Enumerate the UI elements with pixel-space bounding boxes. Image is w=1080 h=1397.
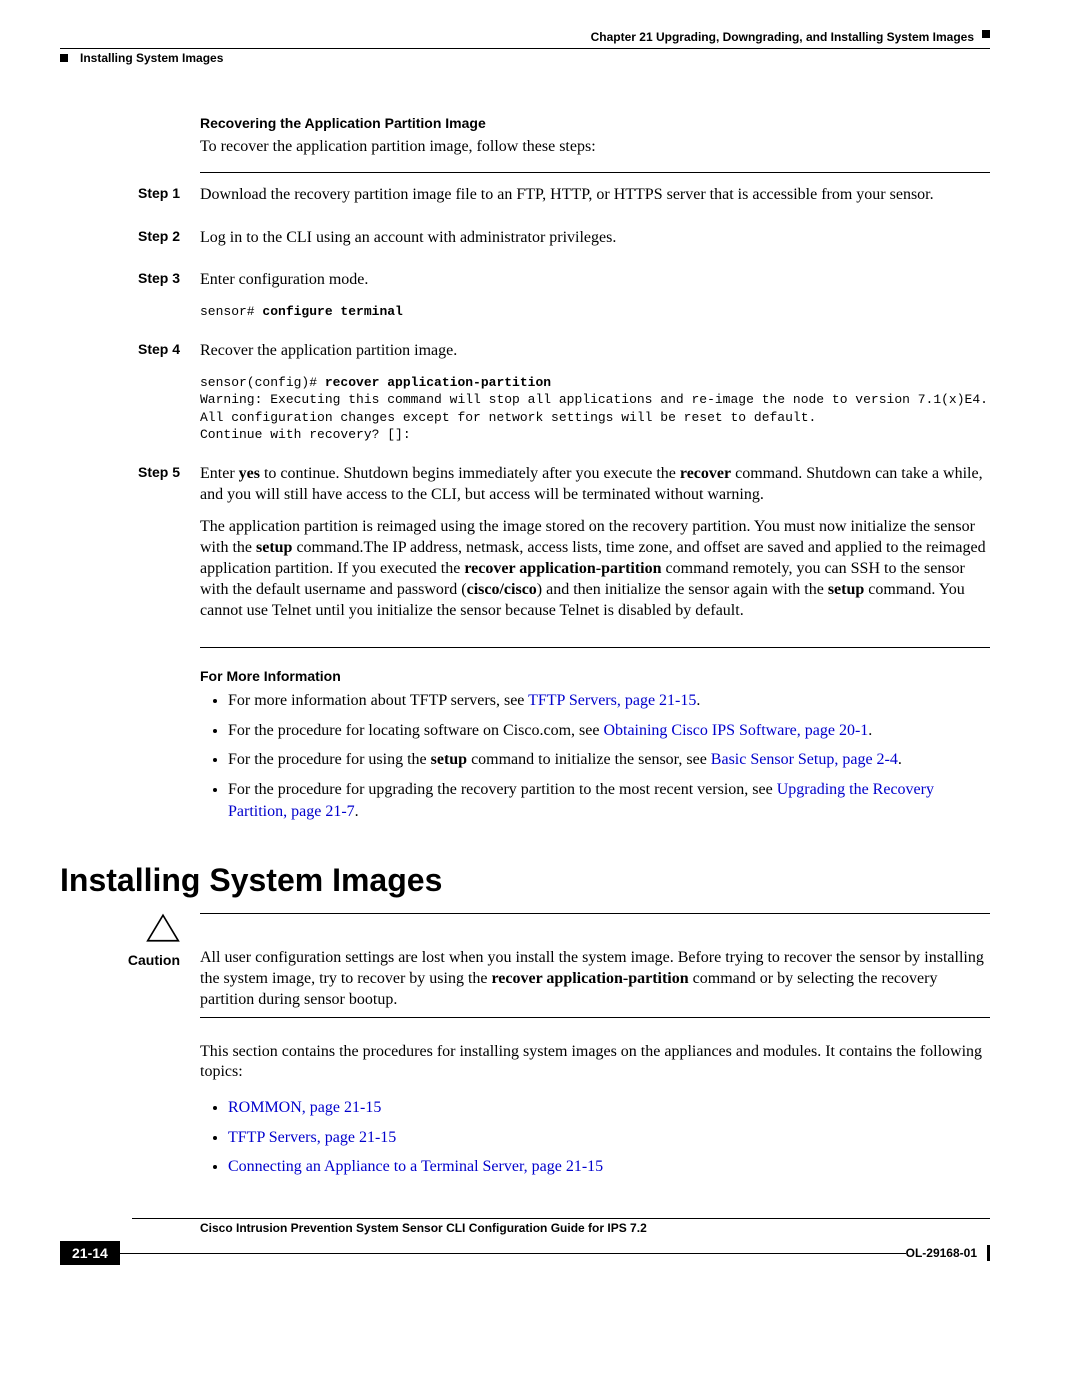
caution-rule-bottom <box>200 1017 990 1018</box>
list-item: For more information about TFTP servers,… <box>228 690 990 712</box>
list-item: Connecting an Appliance to a Terminal Se… <box>228 1156 990 1178</box>
list-item: ROMMON, page 21-15 <box>228 1097 990 1119</box>
cross-ref-link[interactable]: TFTP Servers, page 21-15 <box>528 692 696 709</box>
step-label: Step 2 <box>60 228 200 261</box>
section-intro: This section contains the procedures for… <box>200 1042 990 1084</box>
step-rule-top <box>200 172 990 173</box>
step-text: Download the recovery partition image fi… <box>200 185 990 206</box>
chapter-label: Chapter 21 Upgrading, Downgrading, and I… <box>591 30 974 44</box>
list-item: For the procedure for locating software … <box>228 720 990 742</box>
caution-label: Caution <box>60 952 180 968</box>
footer-rule <box>132 1218 990 1219</box>
step-label: Step 5 <box>60 464 200 634</box>
list-item: For the procedure for upgrading the reco… <box>228 779 990 822</box>
caution-rule-top <box>200 913 990 914</box>
caution-icon <box>146 913 180 948</box>
list-item: For the procedure for using the setup co… <box>228 749 990 771</box>
step-label: Step 4 <box>60 341 200 454</box>
topic-list: ROMMON, page 21-15 TFTP Servers, page 21… <box>200 1097 990 1178</box>
footer-guide-title: Cisco Intrusion Prevention System Sensor… <box>200 1221 990 1235</box>
code-block: sensor(config)# recover application-part… <box>200 374 990 444</box>
more-info-list: For more information about TFTP servers,… <box>200 690 990 822</box>
header-square-marker <box>60 54 68 62</box>
running-header: Chapter 21 Upgrading, Downgrading, and I… <box>60 30 990 44</box>
running-subheader: Installing System Images <box>60 51 990 65</box>
subsection-heading: Recovering the Application Partition Ima… <box>200 115 990 131</box>
intro-text: To recover the application partition ima… <box>200 137 990 158</box>
doc-id: OL-29168-01 <box>906 1246 977 1260</box>
cross-ref-link[interactable]: Obtaining Cisco IPS Software, page 20-1 <box>603 722 868 739</box>
h1-heading: Installing System Images <box>60 862 990 899</box>
cross-ref-link[interactable]: Connecting an Appliance to a Terminal Se… <box>228 1158 603 1175</box>
section-label: Installing System Images <box>80 51 223 65</box>
footer-bar-marker <box>987 1245 990 1261</box>
list-item: TFTP Servers, page 21-15 <box>228 1127 990 1149</box>
page-number: 21-14 <box>60 1241 120 1265</box>
step-rule-bottom <box>200 647 990 648</box>
header-rule <box>60 48 990 49</box>
step-text: Recover the application partition image. <box>200 341 990 362</box>
cross-ref-link[interactable]: ROMMON, page 21-15 <box>228 1099 381 1116</box>
caution-text: All user configuration settings are lost… <box>200 948 990 1010</box>
step-label: Step 1 <box>60 185 200 218</box>
footer-tail-rule <box>120 1253 906 1254</box>
header-end-marker <box>982 30 990 38</box>
step-text: Enter yes to continue. Shutdown begins i… <box>200 464 990 506</box>
cross-ref-link[interactable]: TFTP Servers, page 21-15 <box>228 1129 396 1146</box>
cross-ref-link[interactable]: Basic Sensor Setup, page 2-4 <box>711 751 898 768</box>
code-block: sensor# configure terminal <box>200 303 990 321</box>
step-text: Enter configuration mode. <box>200 270 990 291</box>
step-label: Step 3 <box>60 270 200 330</box>
step-text: Log in to the CLI using an account with … <box>200 228 990 249</box>
step-text: The application partition is reimaged us… <box>200 517 990 621</box>
more-info-heading: For More Information <box>200 668 990 684</box>
